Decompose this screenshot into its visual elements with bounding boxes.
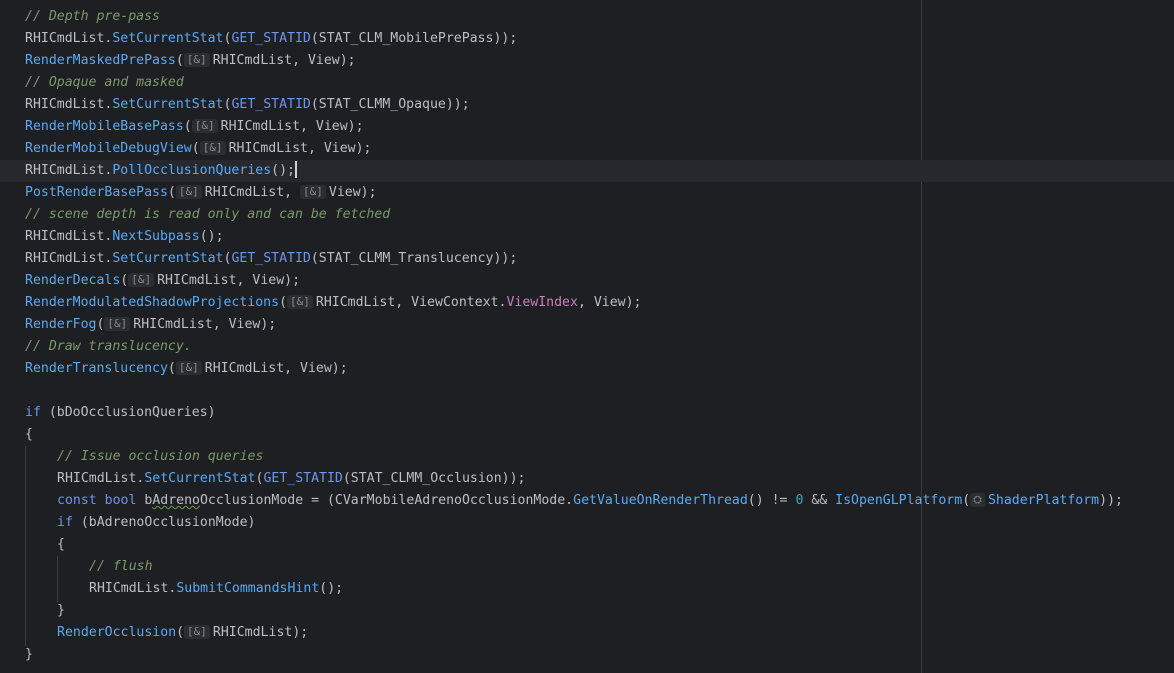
code-line-12[interactable]: RHICmdList.SetCurrentStat(GET_STATID(STA… bbox=[0, 248, 1174, 270]
code-line-26[interactable]: // flush bbox=[0, 556, 1174, 578]
code-line-20[interactable]: { bbox=[0, 424, 1174, 446]
parameter-hint: [&] bbox=[183, 53, 210, 67]
code-line-1[interactable]: // Depth pre-pass bbox=[0, 6, 1174, 28]
parameter-hint: [&] bbox=[128, 273, 155, 287]
code-line-9[interactable]: PostRenderBasePass([&] RHICmdList, [&] Vie… bbox=[0, 182, 1174, 204]
code-line-17[interactable]: RenderTranslucency([&] RHICmdList, View); bbox=[0, 358, 1174, 380]
parameter-hint: [&] bbox=[191, 119, 218, 133]
code-editor[interactable]: // Depth pre-pass RHICmdList.SetCurrentS… bbox=[0, 0, 1174, 673]
parameter-hint: [&] bbox=[104, 317, 131, 331]
code-line-19[interactable]: if (bDoOcclusionQueries) bbox=[0, 402, 1174, 424]
code-line-16[interactable]: // Draw translucency. bbox=[0, 336, 1174, 358]
parameter-hint: [&] bbox=[175, 361, 202, 375]
typo-underline: Adreno bbox=[152, 493, 200, 508]
code-line-2[interactable]: RHICmdList.SetCurrentStat(GET_STATID(STA… bbox=[0, 28, 1174, 50]
code-line-3[interactable]: RenderMaskedPrePass([&] RHICmdList, View)… bbox=[0, 50, 1174, 72]
code-line-6[interactable]: RenderMobileBasePass([&] RHICmdList, View… bbox=[0, 116, 1174, 138]
code-line-30[interactable]: } bbox=[0, 644, 1174, 666]
code-line-7[interactable]: RenderMobileDebugView([&] RHICmdList, Vie… bbox=[0, 138, 1174, 160]
parameter-hint: [&] bbox=[184, 625, 210, 639]
parameter-hint: [&] bbox=[300, 185, 326, 199]
text-caret bbox=[294, 161, 297, 178]
shader-platform-icon: ⛭ bbox=[970, 493, 985, 507]
code-line-10[interactable]: // scene depth is read only and can be f… bbox=[0, 204, 1174, 226]
code-line-28[interactable]: } bbox=[0, 600, 1174, 622]
parameter-hint: [&] bbox=[199, 141, 226, 155]
code-line-25[interactable]: { bbox=[0, 534, 1174, 556]
code-line-5[interactable]: RHICmdList.SetCurrentStat(GET_STATID(STA… bbox=[0, 94, 1174, 116]
code-line-24[interactable]: if (bAdrenoOcclusionMode) bbox=[0, 512, 1174, 534]
code-line-22[interactable]: RHICmdList.SetCurrentStat(GET_STATID(STA… bbox=[0, 468, 1174, 490]
code-line-8-current[interactable]: RHICmdList.PollOcclusionQueries(); bbox=[0, 160, 1174, 182]
code-line-15[interactable]: RenderFog([&] RHICmdList, View); bbox=[0, 314, 1174, 336]
code-line-11[interactable]: RHICmdList.NextSubpass(); bbox=[0, 226, 1174, 248]
code-line-21[interactable]: // Issue occlusion queries bbox=[0, 446, 1174, 468]
code-line-4[interactable]: // Opaque and masked bbox=[0, 72, 1174, 94]
parameter-hint: [&] bbox=[175, 185, 202, 199]
code-line-23[interactable]: const bool bAdrenoOcclusionMode = (CVarM… bbox=[0, 490, 1174, 512]
code-line-27[interactable]: RHICmdList.SubmitCommandsHint(); bbox=[0, 578, 1174, 600]
code-line-29[interactable]: RenderOcclusion([&] RHICmdList); bbox=[0, 622, 1174, 644]
code-line-13[interactable]: RenderDecals([&] RHICmdList, View); bbox=[0, 270, 1174, 292]
parameter-hint: [&] bbox=[287, 295, 313, 309]
code-line-14[interactable]: RenderModulatedShadowProjections([&] RHIC… bbox=[0, 292, 1174, 314]
